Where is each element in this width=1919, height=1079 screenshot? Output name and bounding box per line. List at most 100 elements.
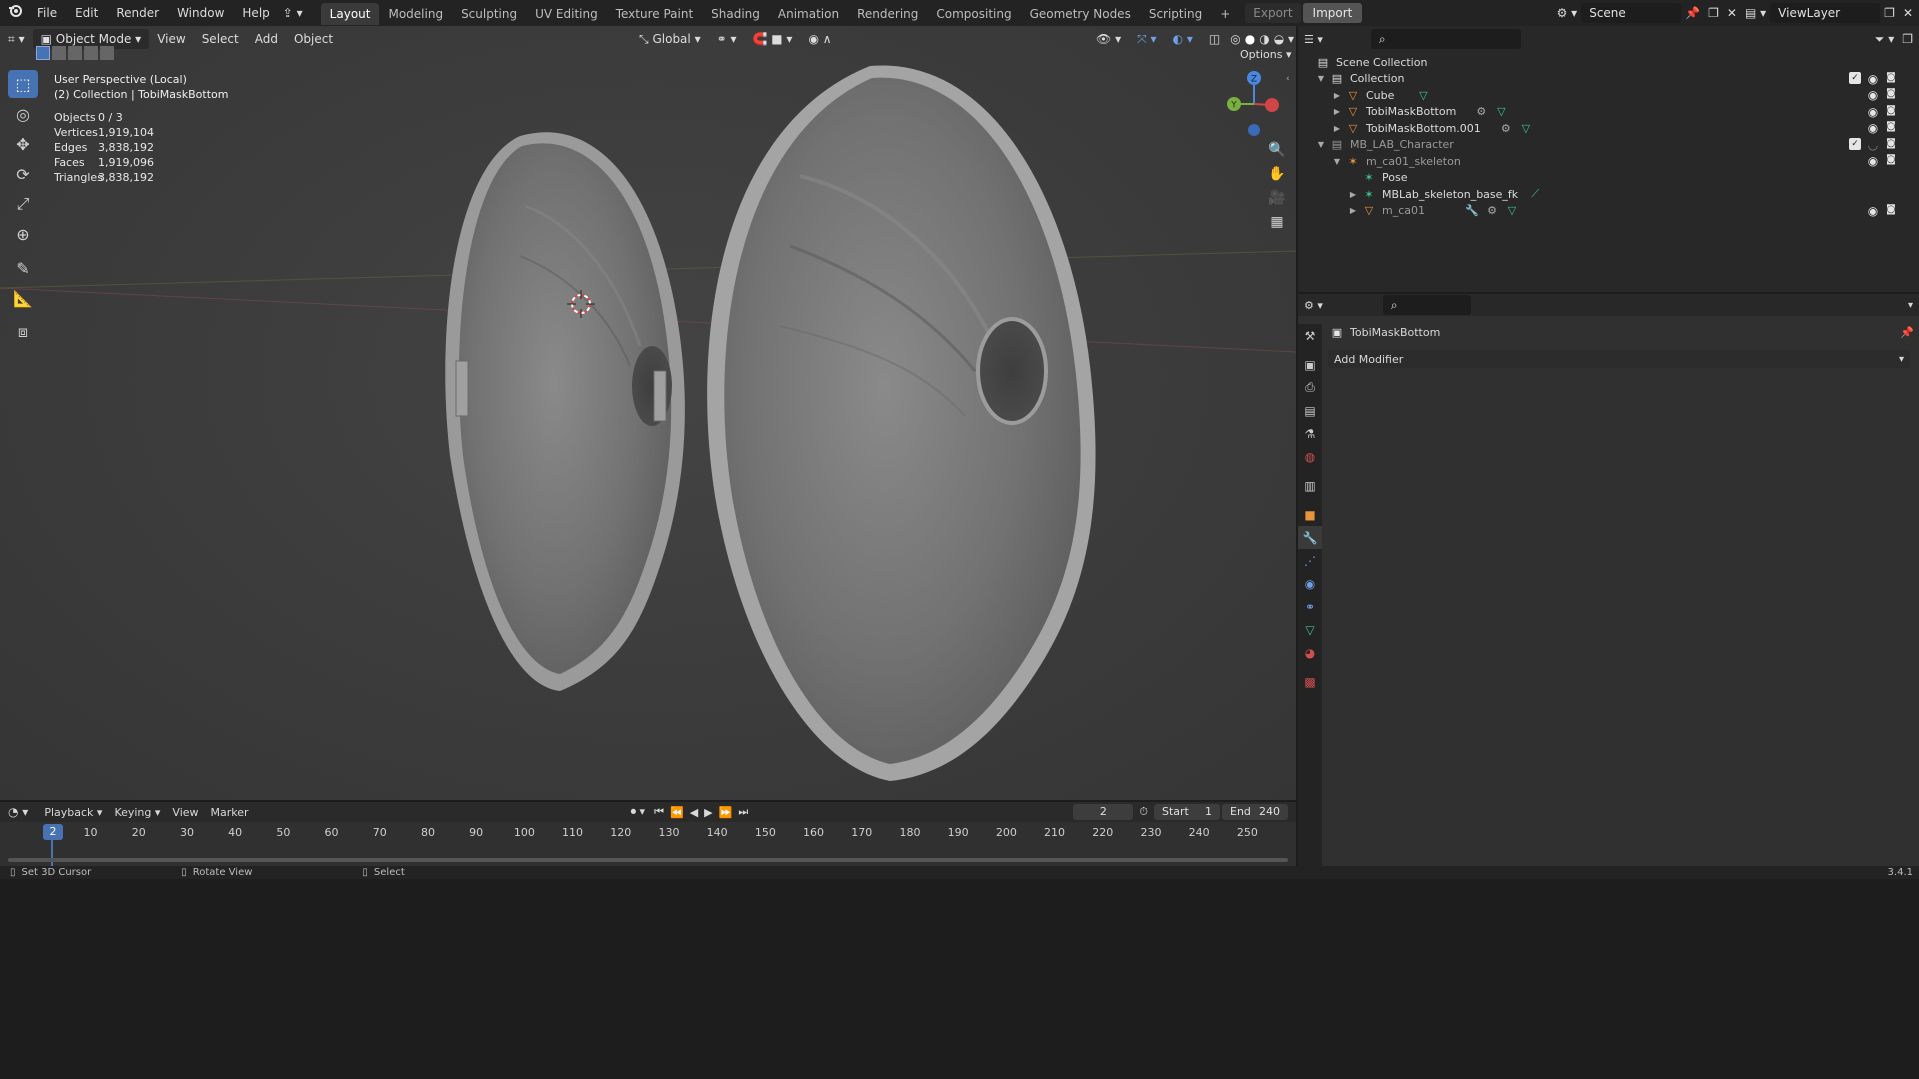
add-workspace-icon[interactable]: + bbox=[1211, 3, 1239, 25]
new-collection-icon[interactable]: ❐ bbox=[1902, 32, 1913, 46]
prev-keyframe-icon[interactable]: ⏪ bbox=[667, 806, 687, 819]
end-frame-field[interactable]: End 240 bbox=[1222, 804, 1288, 820]
tab-shading[interactable]: Shading bbox=[702, 3, 769, 25]
menu-keying[interactable]: Keying ▾ bbox=[108, 806, 166, 819]
timeline-scrollbar[interactable] bbox=[8, 858, 1288, 862]
view-layer-field[interactable]: ViewLayer bbox=[1770, 3, 1881, 23]
menu-edit[interactable]: Edit bbox=[66, 0, 107, 26]
menu-help[interactable]: Help bbox=[233, 0, 278, 26]
tab-geometry-nodes[interactable]: Geometry Nodes bbox=[1021, 3, 1140, 25]
current-frame-field[interactable]: 2 bbox=[1073, 804, 1134, 820]
mask-right[interactable] bbox=[707, 65, 1096, 781]
chevron-down-icon[interactable]: ▼ bbox=[1316, 74, 1326, 83]
chevron-down-icon[interactable]: ▾ bbox=[1908, 300, 1913, 311]
tab-compositing[interactable]: Compositing bbox=[927, 3, 1020, 25]
data-tab-icon[interactable]: ▽ bbox=[1298, 618, 1322, 641]
export-button[interactable]: Export bbox=[1245, 3, 1301, 23]
object-tab-icon[interactable]: ■ bbox=[1298, 503, 1322, 526]
tab-rendering[interactable]: Rendering bbox=[848, 3, 927, 25]
menu-window[interactable]: Window bbox=[168, 0, 233, 26]
jump-start-icon[interactable]: ⏮ bbox=[651, 805, 667, 819]
menu-marker[interactable]: Marker bbox=[205, 806, 255, 819]
material-tab-icon[interactable]: ◕ bbox=[1298, 641, 1322, 664]
tab-uv-editing[interactable]: UV Editing bbox=[526, 3, 607, 25]
eye-icon[interactable]: ◉ bbox=[1867, 88, 1879, 102]
world-tab-icon[interactable]: ◍ bbox=[1298, 445, 1322, 468]
navigation-gizmo[interactable]: Z Y bbox=[1220, 68, 1284, 140]
timeline-editor-type-icon[interactable]: ◔ ▾ bbox=[8, 805, 28, 819]
outliner-row-mblab-skeleton-base-fk[interactable]: ▶ ✶ MBLab_skeleton_base_fk ⟋ bbox=[1316, 186, 1909, 203]
outliner-row-cube[interactable]: ▶ ▽ Cube ▽ ◉ ◙ bbox=[1316, 87, 1909, 104]
stopwatch-icon[interactable]: ⏱ bbox=[1133, 805, 1154, 819]
texture-tab-icon[interactable]: ▩ bbox=[1298, 670, 1322, 693]
menu-file[interactable]: File bbox=[28, 0, 66, 26]
menu-timeline-view[interactable]: View bbox=[166, 806, 204, 819]
properties-editor-type-icon[interactable]: ⚙ ▾ bbox=[1304, 299, 1323, 312]
physics-tab-icon[interactable]: ◉ bbox=[1298, 572, 1322, 595]
next-keyframe-icon[interactable]: ⏩ bbox=[716, 806, 736, 819]
scene-render[interactable] bbox=[0, 26, 1296, 800]
outliner-row-tobimaskbottom[interactable]: ▶ ▽ TobiMaskBottom ⚙ ▽ ◉ ◙ bbox=[1316, 104, 1909, 121]
pin-icon[interactable]: 📌 bbox=[1900, 326, 1914, 339]
scene-browse-icon[interactable]: ⚙ ▾ bbox=[1553, 0, 1582, 26]
outliner-row-mb-lab-character[interactable]: ▼ ▤ MB_LAB_Character ✓ ◡ ◙ bbox=[1316, 137, 1909, 154]
constraints-tab-icon[interactable]: ⚭ bbox=[1298, 595, 1322, 618]
outliner-row-tobimaskbottom-001[interactable]: ▶ ▽ TobiMaskBottom.001 ⚙ ▽ ◉ ◙ bbox=[1316, 120, 1909, 137]
chevron-right-icon[interactable]: ▶ bbox=[1332, 107, 1342, 116]
import-button[interactable]: Import bbox=[1302, 3, 1363, 23]
play-icon[interactable]: ▶ bbox=[701, 806, 715, 819]
outliner-row-scene-collection[interactable]: ▤ Scene Collection bbox=[1316, 54, 1909, 71]
sidebar-toggle-icon[interactable]: ‹ bbox=[1286, 74, 1290, 84]
eye-icon[interactable]: ◉ bbox=[1867, 204, 1879, 218]
eye-icon[interactable]: ◉ bbox=[1867, 154, 1879, 168]
ortho-grid-icon[interactable]: ▦ bbox=[1265, 210, 1289, 234]
chevron-right-icon[interactable]: ▶ bbox=[1332, 124, 1342, 133]
tool-tab-icon[interactable]: ⚒ bbox=[1298, 324, 1322, 347]
chevron-down-icon[interactable]: ▼ bbox=[1316, 140, 1326, 149]
checkbox-icon[interactable]: ✓ bbox=[1849, 71, 1861, 84]
scene-tab-icon[interactable]: ⚗ bbox=[1298, 422, 1322, 445]
view-layer-tab-icon[interactable]: ▤ bbox=[1298, 399, 1322, 422]
outliner-row-pose[interactable]: ✶ Pose bbox=[1316, 170, 1909, 187]
outliner-editor-type-icon[interactable]: ☰ ▾ bbox=[1304, 33, 1323, 46]
tab-texture-paint[interactable]: Texture Paint bbox=[607, 3, 702, 25]
chevron-right-icon[interactable]: ▶ bbox=[1332, 91, 1342, 100]
new-scene-icon[interactable]: ❐ bbox=[1704, 0, 1723, 26]
mask-left[interactable] bbox=[445, 132, 685, 692]
tab-animation[interactable]: Animation bbox=[769, 3, 848, 25]
record-icon[interactable]: ⏺ ▾ bbox=[625, 805, 652, 819]
menu-playback[interactable]: Playback ▾ bbox=[38, 806, 108, 819]
outliner-row-collection[interactable]: ▼ ▤ Collection ✓ ◉ ◙ bbox=[1316, 71, 1909, 88]
output-tab-icon[interactable]: ⎙ bbox=[1298, 376, 1322, 399]
outliner-search-input[interactable]: ⌕ bbox=[1370, 29, 1521, 49]
chevron-right-icon[interactable]: ▶ bbox=[1348, 206, 1358, 215]
blender-logo-icon[interactable] bbox=[0, 0, 28, 26]
delete-view-layer-icon[interactable]: ✕ bbox=[1899, 0, 1919, 26]
camera-view-icon[interactable]: 🎥 bbox=[1265, 186, 1289, 210]
properties-search-input[interactable]: ⌕ bbox=[1382, 295, 1471, 315]
scene-name-field[interactable]: Scene bbox=[1581, 3, 1682, 23]
zoom-icon[interactable]: 🔍 bbox=[1265, 138, 1289, 162]
filter-icon[interactable]: ⏷ ▾ bbox=[1875, 32, 1894, 47]
delete-scene-icon[interactable]: ✕ bbox=[1723, 0, 1741, 26]
camera-icon[interactable]: ◙ bbox=[1885, 138, 1897, 152]
checkbox-icon[interactable]: ✓ bbox=[1849, 137, 1861, 150]
eye-icon[interactable]: ◉ bbox=[1867, 72, 1879, 86]
jump-end-icon[interactable]: ⏭ bbox=[735, 805, 751, 819]
camera-icon[interactable]: ◙ bbox=[1885, 154, 1897, 168]
chevron-right-icon[interactable]: ▶ bbox=[1348, 190, 1358, 199]
camera-icon[interactable]: ◙ bbox=[1885, 88, 1897, 102]
menu-render[interactable]: Render bbox=[107, 0, 168, 26]
camera-icon[interactable]: ◙ bbox=[1885, 204, 1897, 218]
play-reverse-icon[interactable]: ◀ bbox=[687, 806, 701, 819]
3d-viewport[interactable]: ⌗ ▾ ▣ Object Mode ▾ View Select Add Obje… bbox=[0, 26, 1296, 800]
view-layer-browse-icon[interactable]: ▤ ▾ bbox=[1741, 0, 1770, 26]
chevron-down-icon[interactable]: ▼ bbox=[1332, 157, 1342, 166]
start-frame-field[interactable]: Start 1 bbox=[1154, 804, 1220, 820]
eye-icon[interactable]: ◉ bbox=[1867, 121, 1879, 135]
outliner-row-m-ca01-skeleton[interactable]: ▼ ✶ m_ca01_skeleton ◉ ◙ bbox=[1316, 153, 1909, 170]
eye-icon[interactable]: ◉ bbox=[1867, 105, 1879, 119]
collection-tab-icon[interactable]: ▥ bbox=[1298, 474, 1322, 497]
outliner-row-m-ca01[interactable]: ▶ ▽ m_ca01 🔧 ⚙ ▽ ◉ ◙ bbox=[1316, 203, 1909, 220]
particles-tab-icon[interactable]: ⋰ bbox=[1298, 549, 1322, 572]
